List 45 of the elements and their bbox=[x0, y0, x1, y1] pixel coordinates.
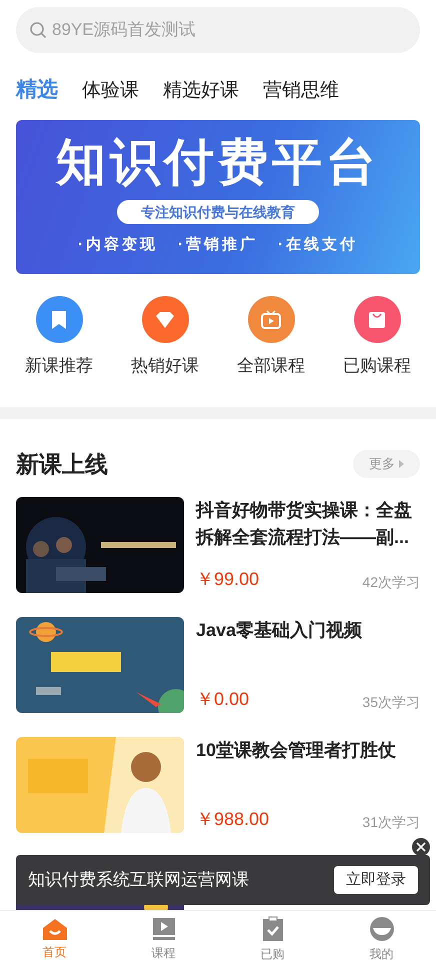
promo-text: 知识付费系统互联网运营网课 bbox=[28, 869, 249, 892]
learner-count: 35次学习 bbox=[362, 693, 420, 712]
home-icon bbox=[42, 918, 68, 940]
nav-tab[interactable]: 我的 bbox=[327, 911, 436, 968]
course-title: 抖音好物带货实操课：全盘拆解全套流程打法——副... bbox=[196, 499, 413, 549]
nav-tab[interactable]: 课程 bbox=[109, 911, 218, 968]
course-price: ￥0.00 bbox=[196, 688, 250, 711]
banner[interactable]: 知识付费平台 专注知识付费与在线教育 ·内容变现 ·营销推广 ·在线支付 bbox=[16, 120, 420, 274]
course-card[interactable]: 10堂课教会管理者打胜仗 ￥988.00 31次学习 bbox=[16, 737, 420, 833]
close-icon bbox=[416, 842, 426, 852]
course-card[interactable]: Java零基础入门视频 ￥0.00 35次学习 bbox=[16, 617, 420, 713]
profile-icon bbox=[368, 916, 394, 942]
course-card[interactable]: 抖音好物带货实操课：全盘拆解全套流程打法——副... ￥99.00 42次学习 bbox=[16, 497, 420, 593]
learner-count: 42次学习 bbox=[362, 573, 420, 592]
category-tab[interactable]: 精选好课 bbox=[163, 76, 239, 105]
chevron-icon bbox=[399, 460, 404, 468]
category-tab[interactable]: 精选 bbox=[16, 74, 58, 105]
shortcut-button[interactable]: 热销好课 bbox=[120, 296, 210, 378]
category-tab[interactable]: 营销思维 bbox=[263, 76, 339, 105]
course-price: ￥99.00 bbox=[196, 568, 260, 591]
shortcut-button[interactable]: 全部课程 bbox=[226, 296, 316, 378]
category-tab[interactable]: 体验课 bbox=[82, 76, 139, 105]
login-button[interactable]: 立即登录 bbox=[334, 866, 418, 894]
course-title: 10堂课教会管理者打胜仗 bbox=[196, 739, 398, 762]
shortcut-button[interactable]: 已购课程 bbox=[332, 296, 422, 378]
diamond-icon bbox=[155, 310, 175, 328]
section-title: 新课上线 bbox=[16, 450, 108, 478]
clipboard-icon bbox=[262, 916, 284, 942]
nav-tab[interactable]: 已购 bbox=[218, 911, 327, 968]
bookmark-icon bbox=[50, 310, 68, 330]
banner-feature: ·内容变现 bbox=[78, 235, 158, 255]
bag-icon bbox=[367, 310, 387, 330]
close-button[interactable] bbox=[412, 838, 430, 856]
search-icon bbox=[29, 21, 47, 39]
banner-feature: ·营销推广 bbox=[178, 235, 258, 255]
video-icon bbox=[152, 917, 176, 941]
course-price: ￥988.00 bbox=[196, 808, 270, 831]
banner-title: 知识付费平台 bbox=[56, 133, 380, 192]
banner-subtitle: 专注知识付费与在线教育 bbox=[117, 200, 319, 224]
learner-count: 31次学习 bbox=[362, 813, 420, 832]
banner-feature: ·在线支付 bbox=[278, 235, 358, 255]
search-field[interactable]: 89YE源码首发测试 bbox=[16, 7, 420, 53]
tv-icon bbox=[260, 310, 282, 330]
shortcut-button[interactable]: 新课推荐 bbox=[14, 296, 104, 378]
course-title: Java零基础入门视频 bbox=[196, 619, 364, 642]
